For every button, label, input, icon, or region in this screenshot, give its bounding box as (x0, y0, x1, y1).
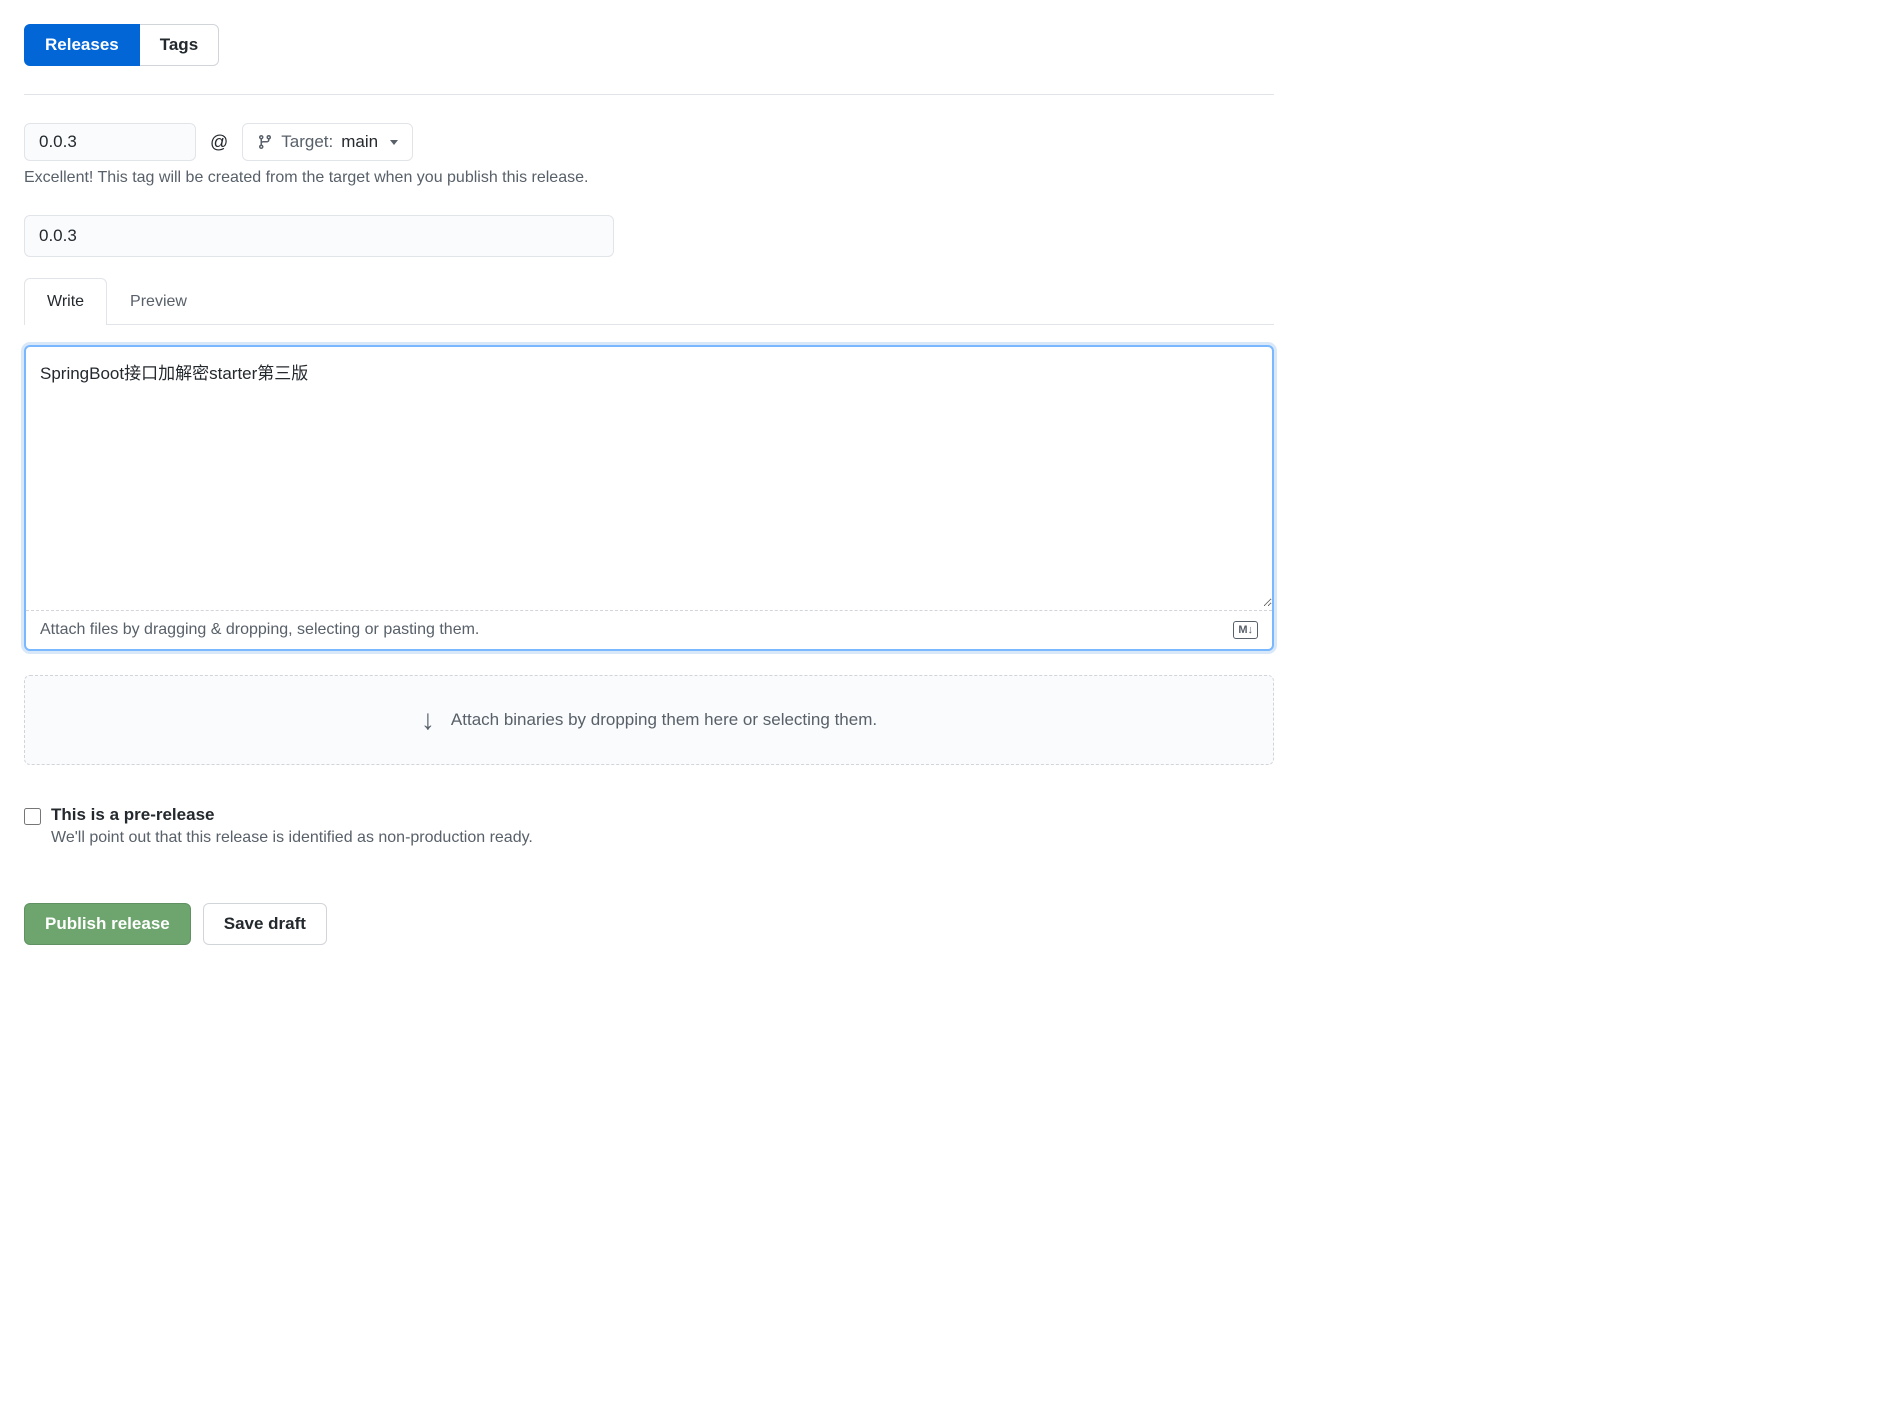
preview-tab[interactable]: Preview (107, 278, 210, 325)
attach-files-bar[interactable]: Attach files by dragging & dropping, sel… (26, 610, 1272, 649)
prerelease-row: This is a pre-release (24, 805, 1274, 825)
tag-version-input[interactable] (24, 123, 196, 161)
write-tab[interactable]: Write (24, 278, 107, 325)
markdown-icon[interactable]: M↓ (1233, 621, 1258, 639)
chevron-down-icon (390, 140, 398, 145)
prerelease-hint: We'll point out that this release is ide… (51, 829, 1274, 847)
button-row: Publish release Save draft (24, 903, 1274, 945)
attach-files-hint: Attach files by dragging & dropping, sel… (40, 621, 479, 639)
editor-wrapper: Attach files by dragging & dropping, sel… (24, 345, 1274, 651)
attach-binaries-dropzone[interactable]: ↓ Attach binaries by dropping them here … (24, 675, 1274, 765)
release-description-textarea[interactable] (26, 347, 1272, 607)
tags-tab[interactable]: Tags (140, 24, 219, 66)
prerelease-checkbox[interactable] (24, 808, 41, 825)
git-branch-icon (257, 134, 273, 150)
tag-row: @ Target: main (24, 123, 1274, 161)
arrow-down-icon: ↓ (421, 704, 435, 736)
nav-tabs: Releases Tags (24, 24, 1274, 95)
tag-hint-text: Excellent! This tag will be created from… (24, 169, 1274, 187)
at-sign: @ (210, 132, 228, 153)
release-title-input[interactable] (24, 215, 614, 257)
target-label: Target: (281, 132, 333, 152)
editor-tabs: Write Preview (24, 277, 1274, 325)
target-branch-button[interactable]: Target: main (242, 123, 413, 161)
save-draft-button[interactable]: Save draft (203, 903, 327, 945)
publish-release-button[interactable]: Publish release (24, 903, 191, 945)
attach-binaries-hint: Attach binaries by dropping them here or… (451, 710, 877, 730)
prerelease-label[interactable]: This is a pre-release (51, 805, 214, 825)
target-branch-name: main (341, 132, 378, 152)
releases-tab[interactable]: Releases (24, 24, 140, 66)
